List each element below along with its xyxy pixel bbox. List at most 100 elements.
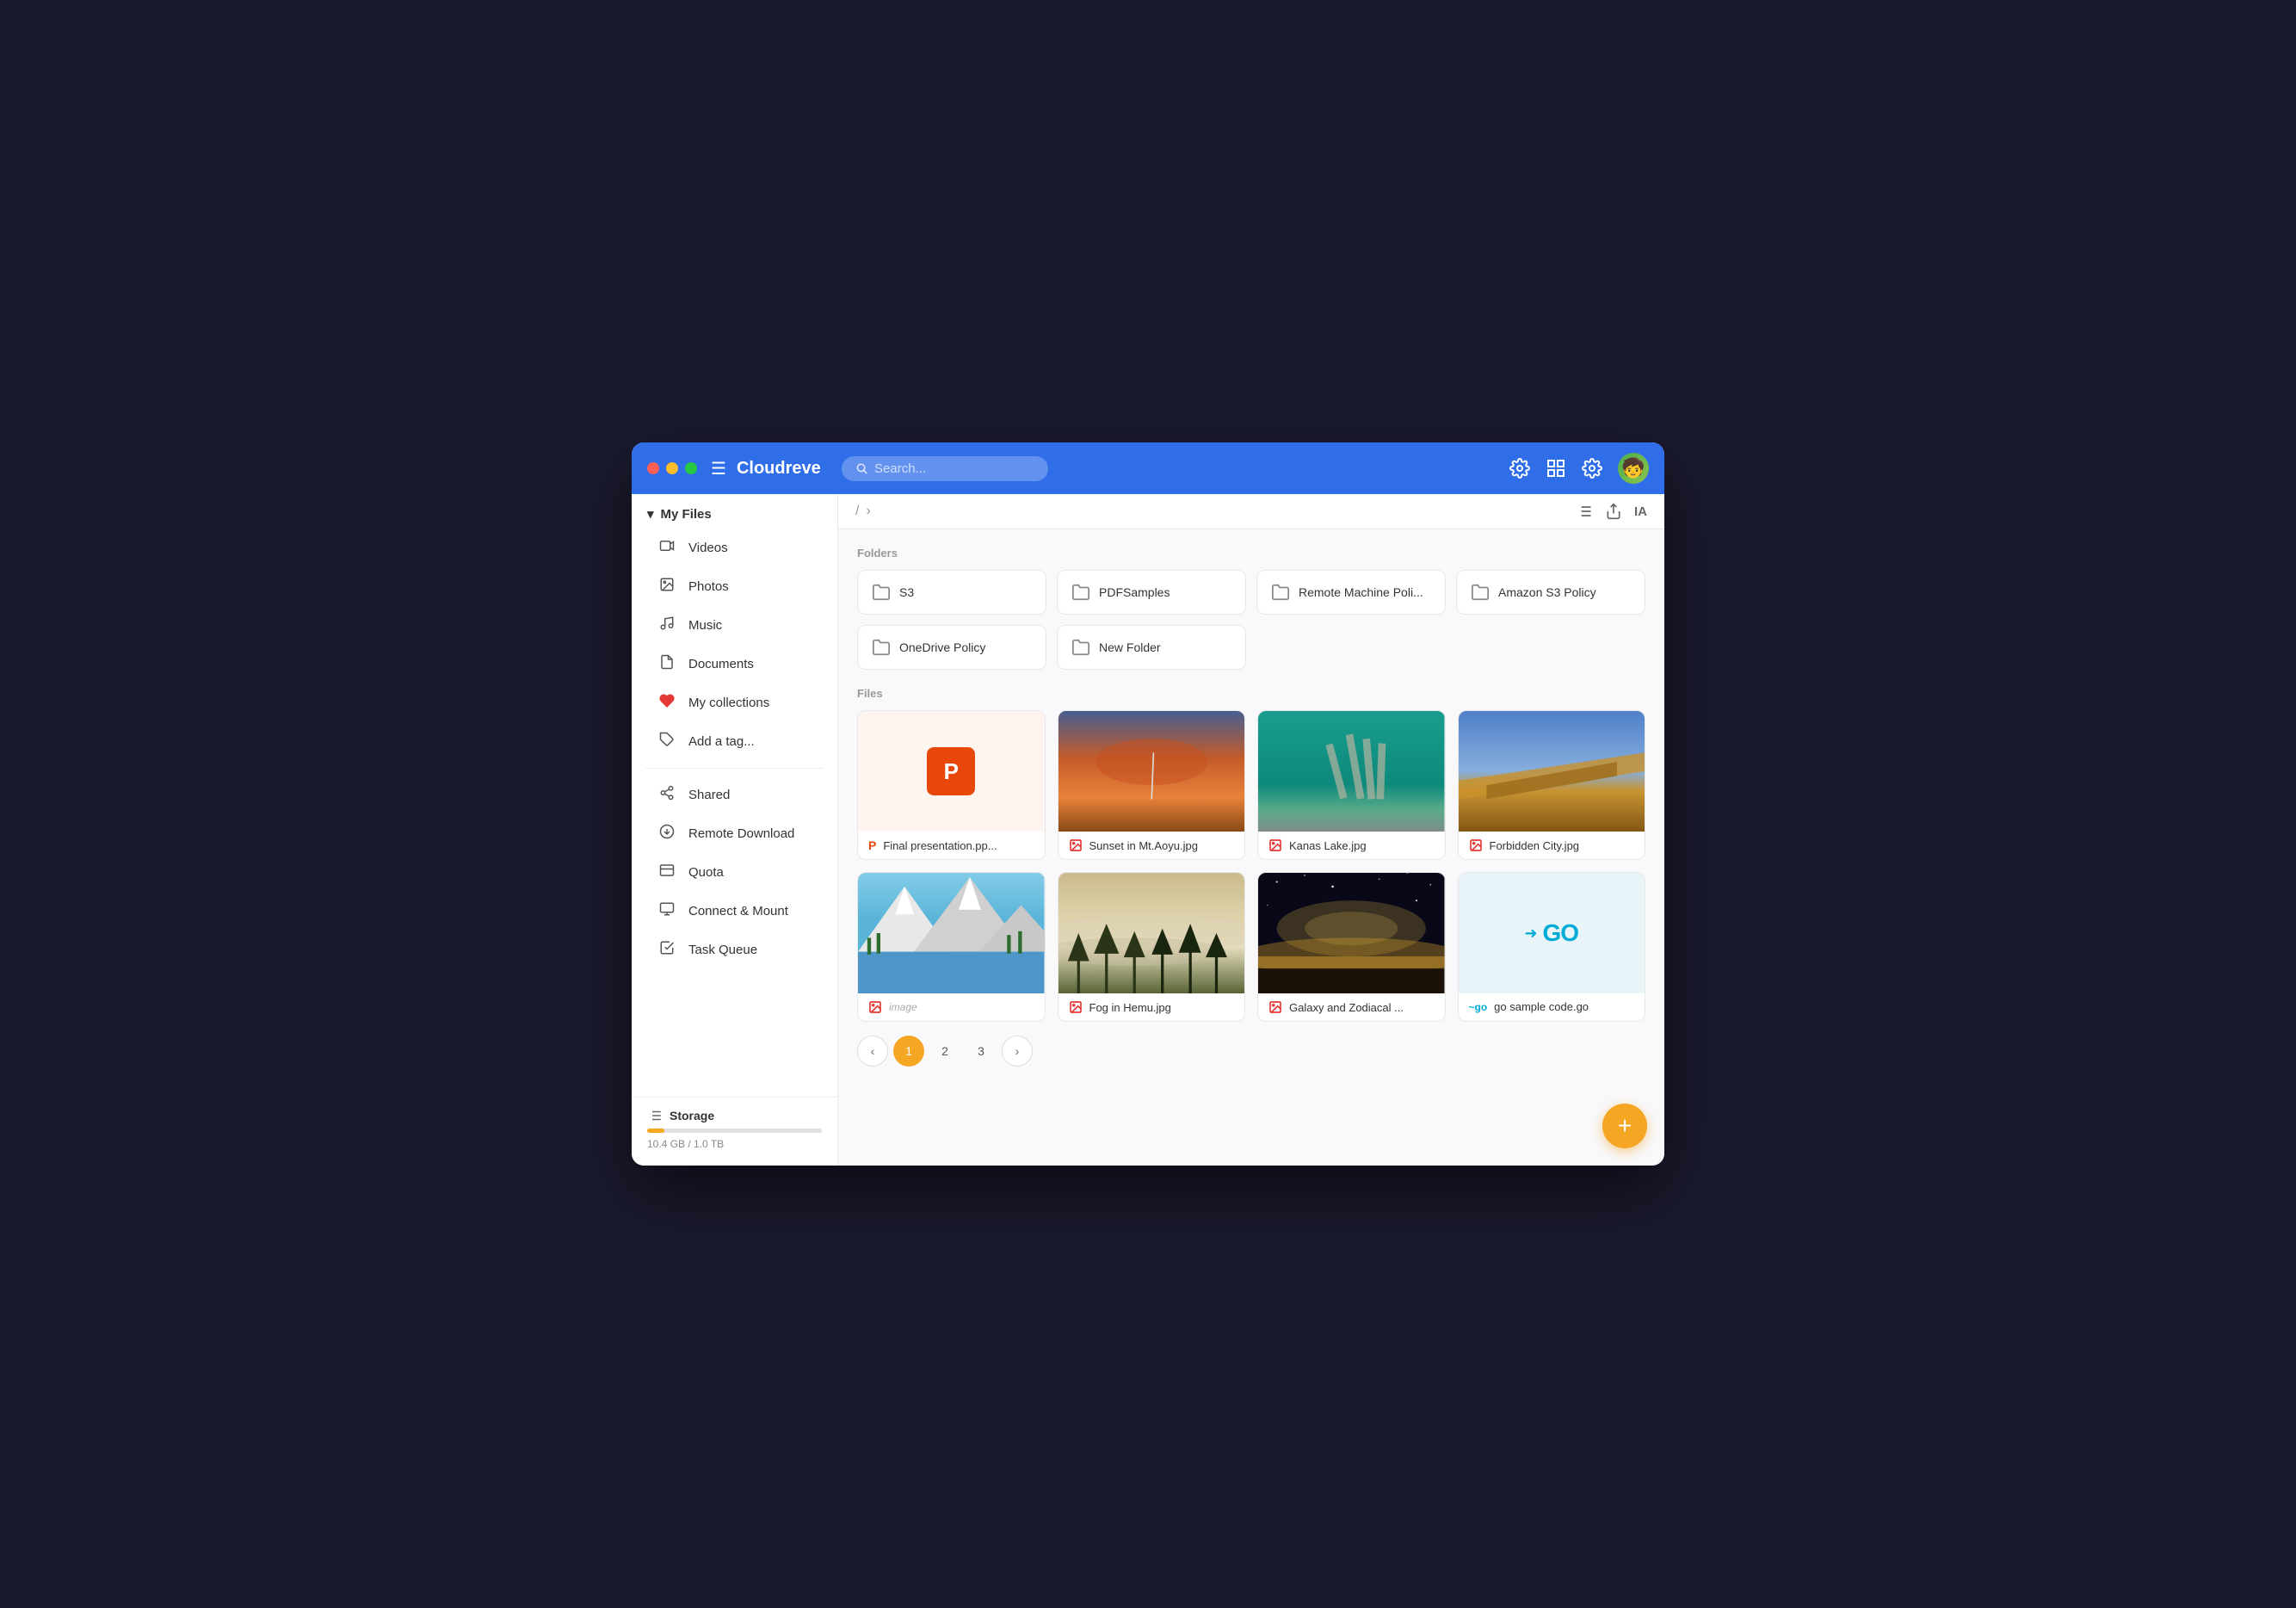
storage-bar-fill bbox=[647, 1129, 664, 1133]
tag-icon bbox=[657, 732, 676, 751]
menu-icon[interactable]: ☰ bbox=[711, 458, 726, 479]
file-info-go: ~go go sample code.go bbox=[1459, 993, 1645, 1020]
sidebar-item-photos[interactable]: Photos bbox=[639, 568, 830, 605]
folder-icon bbox=[1071, 583, 1090, 602]
my-files-header[interactable]: ▾ My Files bbox=[632, 494, 837, 529]
file-card-go[interactable]: ➜ GO ~go go sample code.go bbox=[1458, 872, 1646, 1022]
task-queue-label: Task Queue bbox=[688, 943, 757, 957]
file-info-fog: Fog in Hemu.jpg bbox=[1059, 993, 1245, 1021]
file-info-mountain: image bbox=[858, 993, 1045, 1021]
folder-card-onedrive[interactable]: OneDrive Policy bbox=[857, 625, 1046, 670]
sidebar-item-music[interactable]: Music bbox=[639, 607, 830, 644]
titlebar: ☰ Cloudreve 🧒 bbox=[632, 442, 1664, 494]
sidebar-item-tag[interactable]: Add a tag... bbox=[639, 723, 830, 760]
shared-icon bbox=[657, 785, 676, 805]
file-card-sunset[interactable]: Sunset in Mt.Aoyu.jpg bbox=[1058, 710, 1246, 860]
gear-icon[interactable] bbox=[1582, 458, 1602, 479]
videos-label: Videos bbox=[688, 541, 728, 555]
search-icon bbox=[855, 461, 867, 475]
file-thumbnail-mountain bbox=[858, 873, 1045, 993]
avatar[interactable]: 🧒 bbox=[1618, 453, 1649, 484]
collections-icon bbox=[657, 693, 676, 713]
folders-section-label: Folders bbox=[857, 547, 1645, 560]
sidebar-item-quota[interactable]: Quota bbox=[639, 854, 830, 891]
file-card-kanas[interactable]: Kanas Lake.jpg bbox=[1257, 710, 1446, 860]
breadcrumb-forward[interactable]: › bbox=[866, 504, 870, 519]
sidebar-item-remote-download[interactable]: Remote Download bbox=[639, 815, 830, 852]
folder-card-pdf[interactable]: PDFSamples bbox=[1057, 570, 1246, 615]
sidebar-item-shared[interactable]: Shared bbox=[639, 776, 830, 813]
list-view-icon[interactable] bbox=[1576, 503, 1593, 520]
sidebar-item-collections[interactable]: My collections bbox=[639, 684, 830, 721]
breadcrumb-root[interactable]: / bbox=[855, 504, 859, 519]
task-queue-icon bbox=[657, 940, 676, 960]
folder-card-remote-machine[interactable]: Remote Machine Poli... bbox=[1256, 570, 1446, 615]
file-info-sunset: Sunset in Mt.Aoyu.jpg bbox=[1059, 832, 1245, 859]
pagination: ‹ 1 2 3 › bbox=[857, 1022, 1645, 1073]
music-label: Music bbox=[688, 618, 722, 633]
chevron-down-icon: ▾ bbox=[647, 506, 654, 522]
remote-download-icon bbox=[657, 824, 676, 844]
storage-usage: 10.4 GB / 1.0 TB bbox=[647, 1138, 724, 1150]
file-name-kanas: Kanas Lake.jpg bbox=[1289, 839, 1367, 852]
folder-icon bbox=[1271, 583, 1290, 602]
file-grid: P P Final presentation.pp... bbox=[857, 710, 1645, 1022]
sidebar-item-connect-mount[interactable]: Connect & Mount bbox=[639, 893, 830, 930]
content-toolbar: / › IA bbox=[838, 494, 1664, 529]
file-name-forbidden: Forbidden City.jpg bbox=[1490, 839, 1580, 852]
search-bar[interactable] bbox=[842, 456, 1048, 481]
minimize-button[interactable] bbox=[666, 462, 678, 474]
files-section-label: Files bbox=[857, 687, 1645, 700]
file-name-go: go sample code.go bbox=[1494, 1000, 1589, 1013]
file-card-forbidden[interactable]: Forbidden City.jpg bbox=[1458, 710, 1646, 860]
page-3-button[interactable]: 3 bbox=[966, 1036, 997, 1067]
ppt-type-icon: P bbox=[868, 838, 876, 852]
file-card-mountain[interactable]: image bbox=[857, 872, 1046, 1022]
page-next-button[interactable]: › bbox=[1002, 1036, 1033, 1067]
folder-card-new[interactable]: New Folder bbox=[1057, 625, 1246, 670]
file-card-galaxy[interactable]: Galaxy and Zodiacal ... bbox=[1257, 872, 1446, 1022]
folder-card-amazon[interactable]: Amazon S3 Policy bbox=[1456, 570, 1645, 615]
folder-card-s3[interactable]: S3 bbox=[857, 570, 1046, 615]
file-card-fog[interactable]: Fog in Hemu.jpg bbox=[1058, 872, 1246, 1022]
file-thumbnail-ppt: P bbox=[858, 711, 1045, 832]
grid-icon[interactable] bbox=[1546, 458, 1566, 479]
connect-mount-label: Connect & Mount bbox=[688, 904, 788, 918]
my-files-label: My Files bbox=[661, 507, 712, 522]
content-scroll[interactable]: Folders S3 PDFSamples bbox=[838, 529, 1664, 1166]
file-info-galaxy: Galaxy and Zodiacal ... bbox=[1258, 993, 1445, 1021]
image-type-icon bbox=[1069, 1000, 1083, 1014]
ppt-icon: P bbox=[927, 747, 975, 795]
quota-label: Quota bbox=[688, 865, 724, 880]
sort-icon[interactable]: IA bbox=[1634, 504, 1647, 519]
sidebar-item-videos[interactable]: Videos bbox=[639, 529, 830, 566]
remote-download-label: Remote Download bbox=[688, 826, 794, 841]
file-name-ppt: Final presentation.pp... bbox=[883, 839, 997, 852]
file-info-forbidden: Forbidden City.jpg bbox=[1459, 832, 1645, 859]
folder-name-new: New Folder bbox=[1099, 640, 1161, 654]
music-icon bbox=[657, 615, 676, 635]
file-thumbnail-fog bbox=[1059, 873, 1245, 993]
file-thumbnail-forbidden bbox=[1459, 711, 1645, 832]
app-window: ☰ Cloudreve 🧒 bbox=[632, 442, 1664, 1166]
folder-name-onedrive: OneDrive Policy bbox=[899, 640, 985, 654]
maximize-button[interactable] bbox=[685, 462, 697, 474]
sidebar-item-documents[interactable]: Documents bbox=[639, 646, 830, 683]
titlebar-actions: 🧒 bbox=[1509, 453, 1649, 484]
file-card-ppt[interactable]: P P Final presentation.pp... bbox=[857, 710, 1046, 860]
videos-icon bbox=[657, 538, 676, 558]
page-1-button[interactable]: 1 bbox=[893, 1036, 924, 1067]
page-prev-button[interactable]: ‹ bbox=[857, 1036, 888, 1067]
image-type-icon bbox=[1268, 1000, 1282, 1014]
file-name-fog: Fog in Hemu.jpg bbox=[1089, 1001, 1171, 1014]
storage-title: Storage bbox=[670, 1109, 714, 1123]
storage-icon bbox=[647, 1108, 663, 1123]
sidebar-item-task-queue[interactable]: Task Queue bbox=[639, 931, 830, 968]
go-logo: ➜ GO bbox=[1524, 919, 1578, 947]
fab-add-button[interactable]: + bbox=[1602, 1104, 1647, 1148]
search-input[interactable] bbox=[874, 461, 1034, 476]
settings-cog-icon[interactable] bbox=[1509, 458, 1530, 479]
close-button[interactable] bbox=[647, 462, 659, 474]
share-icon[interactable] bbox=[1605, 503, 1622, 520]
page-2-button[interactable]: 2 bbox=[929, 1036, 960, 1067]
